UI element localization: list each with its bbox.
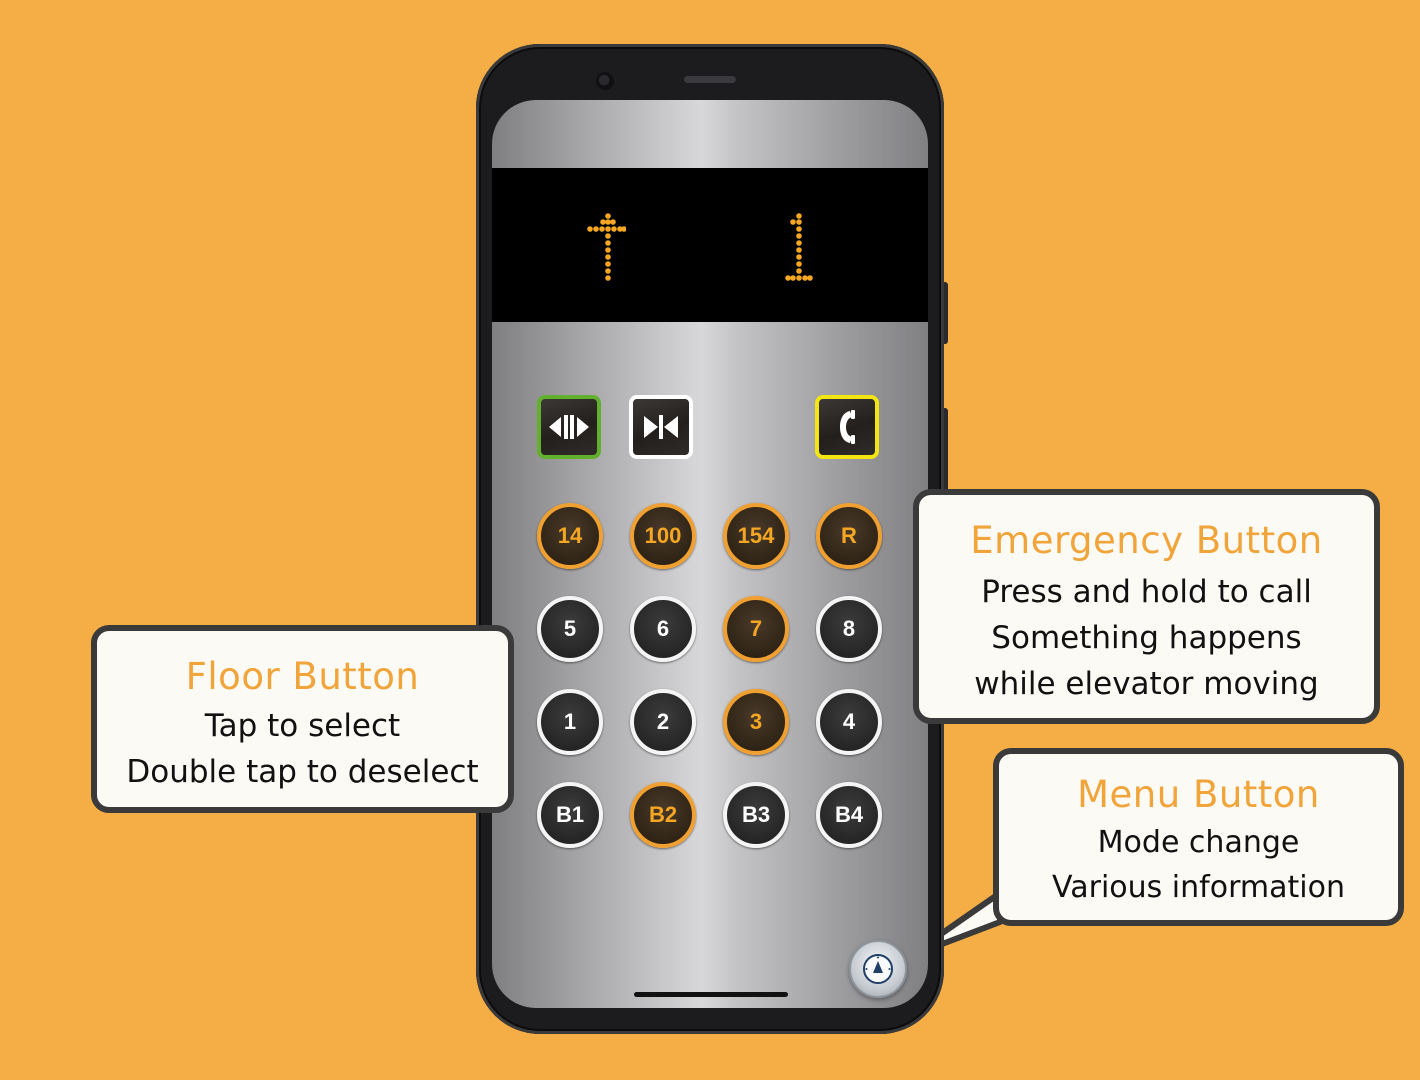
emergency-call-button[interactable] (815, 395, 879, 459)
floor-number-display (785, 213, 813, 281)
callout-text: Tap to select (204, 708, 401, 744)
callout-title: Floor Button (185, 655, 420, 698)
floor-button-callout: Floor Button Tap to select Double tap to… (91, 625, 514, 813)
callout-text: Something happens (991, 620, 1302, 656)
floor-button-2[interactable]: 2 (630, 689, 696, 755)
earpiece-speaker (684, 76, 736, 83)
callout-text: while elevator moving (974, 666, 1319, 702)
floor-button-8[interactable]: 8 (816, 596, 882, 662)
floor-button-100[interactable]: 100 (630, 503, 696, 569)
floor-button-4[interactable]: 4 (816, 689, 882, 755)
floor-button-b1[interactable]: B1 (537, 782, 603, 848)
floor-button-r[interactable]: R (816, 503, 882, 569)
up-arrow-icon (587, 213, 626, 281)
floor-button-3[interactable]: 3 (723, 689, 789, 755)
door-open-icon (549, 415, 589, 439)
callout-title: Emergency Button (970, 519, 1323, 562)
menu-button[interactable] (849, 940, 907, 998)
phone-icon (840, 410, 855, 444)
door-open-button[interactable] (537, 395, 601, 459)
callout-title: Menu Button (1077, 773, 1320, 816)
emergency-button-callout: Emergency Button Press and hold to call … (913, 489, 1380, 724)
menu-button-callout: Menu Button Mode change Various informat… (993, 748, 1404, 926)
floor-indicator-display (492, 168, 928, 322)
floor-button-b4[interactable]: B4 (816, 782, 882, 848)
door-close-icon (644, 415, 678, 439)
callout-text: Mode change (1097, 825, 1300, 860)
floor-button-14[interactable]: 14 (537, 503, 603, 569)
floor-button-b2[interactable]: B2 (630, 782, 696, 848)
callout-text: Double tap to deselect (126, 754, 479, 790)
floor-button-154[interactable]: 154 (723, 503, 789, 569)
floor-button-1[interactable]: 1 (537, 689, 603, 755)
floor-button-5[interactable]: 5 (537, 596, 603, 662)
door-close-button[interactable] (629, 395, 693, 459)
callout-text: Press and hold to call (981, 574, 1312, 610)
callout-text: Various information (1052, 870, 1345, 905)
floor-button-6[interactable]: 6 (630, 596, 696, 662)
camera-icon (596, 72, 614, 90)
floor-button-7[interactable]: 7 (723, 596, 789, 662)
home-indicator[interactable] (634, 992, 788, 997)
floor-button-b3[interactable]: B3 (723, 782, 789, 848)
compass-icon (863, 954, 893, 984)
